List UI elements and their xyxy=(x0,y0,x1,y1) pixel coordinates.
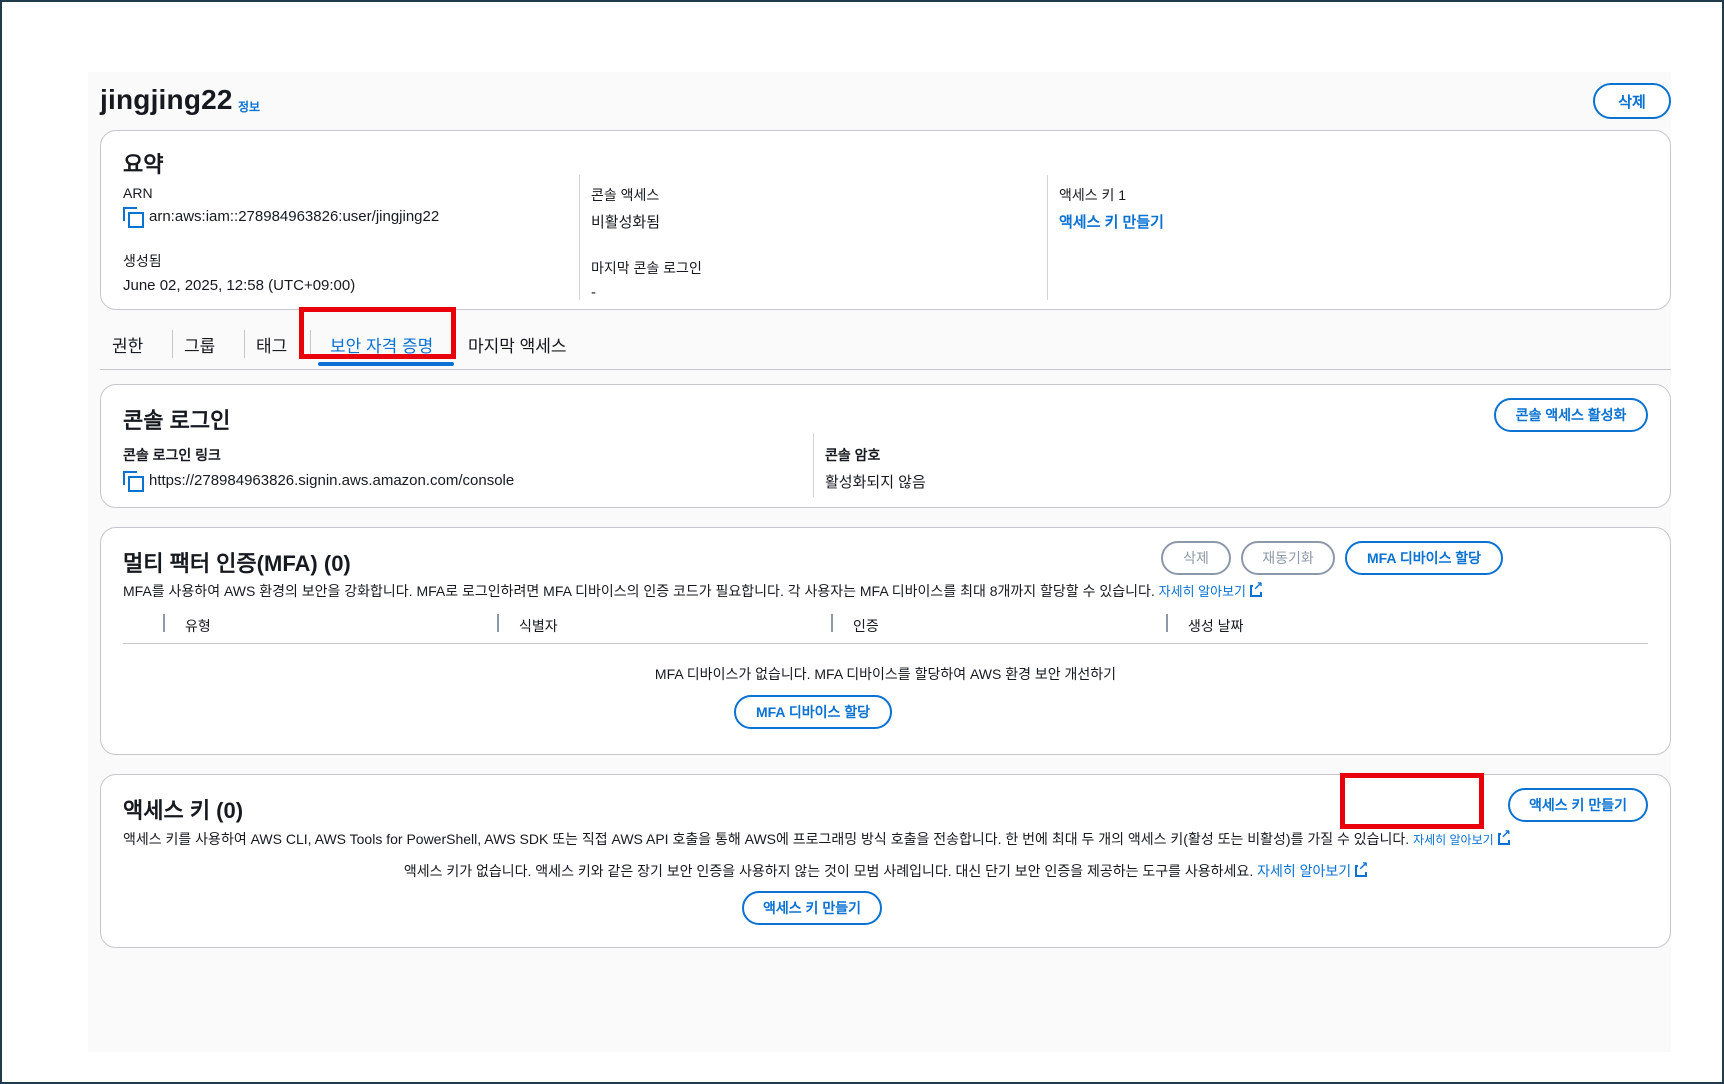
column-divider xyxy=(1166,614,1168,632)
page-title: jingjing22 xyxy=(100,84,233,115)
mfa-description: MFA를 사용하여 AWS 환경의 보안을 강화합니다. MFA로 로그인하려면… xyxy=(123,580,1264,601)
access-key-field: 액세스 키 1 액세스 키 만들기 xyxy=(1059,185,1164,232)
console-link-field: 콘솔 로그인 링크 https://278984963826.signin.aw… xyxy=(123,445,515,492)
summary-divider xyxy=(579,175,580,300)
access-keys-empty-create-button[interactable]: 액세스 키 만들기 xyxy=(742,891,882,925)
delete-user-button[interactable]: 삭제 xyxy=(1593,83,1671,119)
tab-tags[interactable]: 태그 xyxy=(256,332,287,357)
tab-groups[interactable]: 그룹 xyxy=(184,332,215,357)
highlight-box xyxy=(1340,773,1484,829)
enable-console-access-button[interactable]: 콘솔 액세스 활성화 xyxy=(1494,398,1648,432)
external-link-icon xyxy=(1497,828,1511,845)
access-keys-empty-learn-more-link[interactable]: 자세히 알아보기 xyxy=(1257,863,1351,879)
access-keys-description: 액세스 키를 사용하여 AWS CLI, AWS Tools for Power… xyxy=(123,828,1511,849)
mfa-empty-text: MFA 디바이스가 없습니다. MFA 디바이스를 할당하여 AWS 환경 보안… xyxy=(654,666,1117,682)
page-header: jingjing22 정보 삭제 xyxy=(100,80,1671,130)
mfa-learn-more-link[interactable]: 자세히 알아보기 xyxy=(1159,584,1246,599)
copy-icon[interactable] xyxy=(123,207,144,228)
console-access-field: 콘솔 액세스 비활성화됨 xyxy=(591,185,702,232)
external-link-icon xyxy=(1355,860,1369,877)
mfa-resync-button[interactable]: 재동기화 xyxy=(1241,541,1335,575)
mfa-title: 멀티 팩터 인증(MFA) (0) xyxy=(123,551,351,576)
column-header-created[interactable]: 생성 날짜 xyxy=(1188,616,1243,636)
access-keys-title: 액세스 키 (0) xyxy=(123,798,244,823)
console-link-label: 콘솔 로그인 링크 xyxy=(123,447,221,463)
summary-col-2: 콘솔 액세스 비활성화됨 마지막 콘솔 로그인 - xyxy=(591,185,702,328)
assign-mfa-button[interactable]: MFA 디바이스 할당 xyxy=(1345,541,1503,575)
column-header-type[interactable]: 유형 xyxy=(185,616,211,636)
arn-field: ARN arn:aws:iam::278984963826:user/jingj… xyxy=(123,185,440,228)
tab-divider xyxy=(172,330,173,358)
last-login-label: 마지막 콘솔 로그인 xyxy=(591,260,702,276)
last-login-field: 마지막 콘솔 로그인 - xyxy=(591,258,702,302)
column-header-identifier[interactable]: 식별자 xyxy=(519,616,558,636)
console-password-label: 콘솔 암호 xyxy=(825,447,881,463)
mfa-empty-assign-button[interactable]: MFA 디바이스 할당 xyxy=(734,695,892,729)
access-keys-learn-more-link[interactable]: 자세히 알아보기 xyxy=(1413,833,1494,847)
arn-label: ARN xyxy=(123,185,153,201)
create-access-key-button[interactable]: 액세스 키 만들기 xyxy=(1508,788,1648,822)
tab-last-accessed[interactable]: 마지막 액세스 xyxy=(468,332,567,357)
console-login-title: 콘솔 로그인 xyxy=(123,408,231,433)
summary-divider xyxy=(1047,175,1048,300)
summary-col-3: 액세스 키 1 액세스 키 만들기 xyxy=(1059,185,1164,258)
tab-divider xyxy=(244,330,245,358)
column-divider xyxy=(497,614,499,632)
console-divider xyxy=(813,433,814,497)
copy-icon[interactable] xyxy=(123,471,144,492)
created-field: 생성됨 June 02, 2025, 12:58 (UTC+09:00) xyxy=(123,251,439,295)
arn-value: arn:aws:iam::278984963826:user/jingjing2… xyxy=(149,207,440,225)
last-login-value: - xyxy=(591,284,596,301)
access-keys-empty-text: 액세스 키가 없습니다. 액세스 키와 같은 장기 보안 인증을 사용하지 않는… xyxy=(101,860,1670,881)
console-link-value: https://278984963826.signin.aws.amazon.c… xyxy=(149,471,515,489)
console-login-card: 콘솔 로그인 콘솔 액세스 활성화 콘솔 로그인 링크 https://2789… xyxy=(100,384,1671,508)
summary-title: 요약 xyxy=(123,152,164,177)
mfa-description-text: MFA를 사용하여 AWS 환경의 보안을 강화합니다. MFA로 로그인하려면… xyxy=(123,583,1155,599)
created-label: 생성됨 xyxy=(123,253,162,269)
console-password-value: 활성화되지 않음 xyxy=(825,474,926,491)
column-header-certification[interactable]: 인증 xyxy=(853,616,879,636)
mfa-delete-button[interactable]: 삭제 xyxy=(1161,541,1231,575)
summary-card: 요약 ARN arn:aws:iam::278984963826:user/ji… xyxy=(100,130,1671,310)
access-keys-description-text: 액세스 키를 사용하여 AWS CLI, AWS Tools for Power… xyxy=(123,831,1410,847)
console-access-value: 비활성화됨 xyxy=(591,214,661,231)
console-password-field: 콘솔 암호 활성화되지 않음 xyxy=(825,445,926,492)
mfa-card: 멀티 팩터 인증(MFA) (0) 삭제 재동기화 MFA 디바이스 할당 MF… xyxy=(100,527,1671,755)
column-divider xyxy=(831,614,833,632)
external-link-icon xyxy=(1250,580,1264,597)
mfa-table-header: 유형 식별자 인증 생성 날짜 xyxy=(123,612,1648,644)
info-link[interactable]: 정보 xyxy=(238,98,260,115)
create-access-key-link[interactable]: 액세스 키 만들기 xyxy=(1059,214,1164,231)
active-tab-indicator xyxy=(318,362,454,366)
column-divider xyxy=(163,614,165,632)
summary-col-1: ARN arn:aws:iam::278984963826:user/jingj… xyxy=(123,185,439,321)
tab-permissions[interactable]: 권한 xyxy=(112,332,143,357)
access-keys-empty-message: 액세스 키가 없습니다. 액세스 키와 같은 장기 보안 인증을 사용하지 않는… xyxy=(403,863,1254,879)
highlight-box xyxy=(299,307,456,359)
access-key-label: 액세스 키 1 xyxy=(1059,187,1127,203)
console-access-label: 콘솔 액세스 xyxy=(591,187,660,203)
user-details-page: jingjing22 정보 삭제 요약 ARN arn:aws:iam::278… xyxy=(88,72,1671,1052)
created-value: June 02, 2025, 12:58 (UTC+09:00) xyxy=(123,277,356,294)
